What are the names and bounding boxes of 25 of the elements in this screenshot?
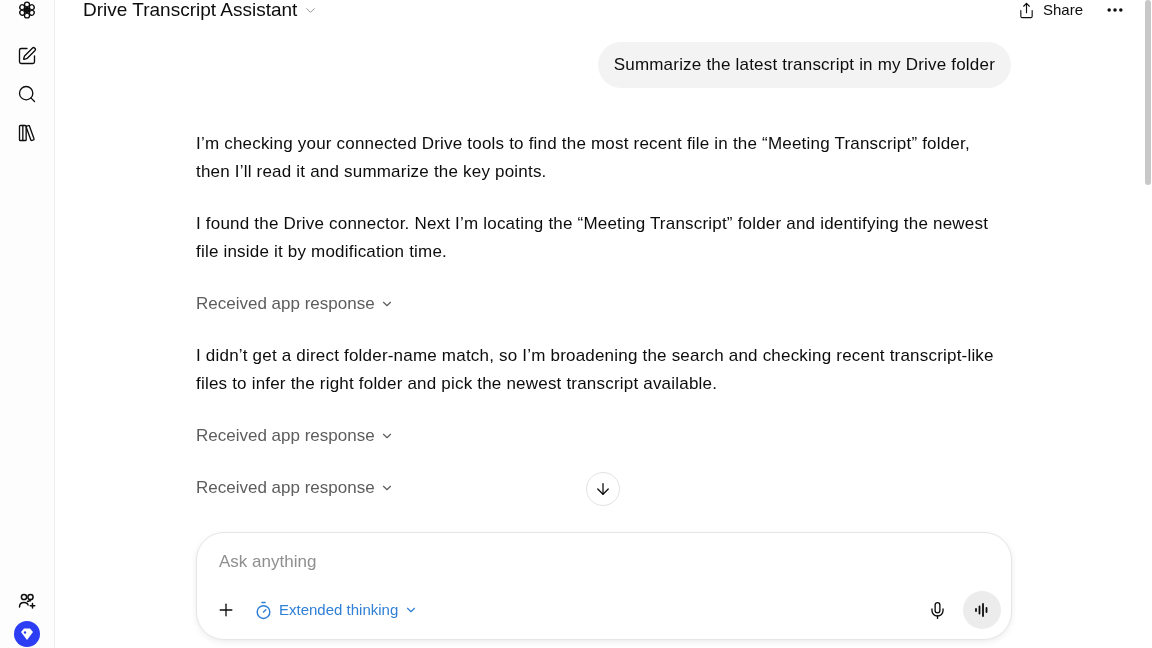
assistant-paragraph: I found the Drive connector. Next I’m locating the “Meeting Transcript” folder and identifying the newest file inside it by modification time. [196,213,990,263]
message-input[interactable]: Ask anything [219,548,989,576]
tool-response-toggle[interactable]: Received app response [196,474,394,502]
microphone-icon[interactable] [928,600,947,620]
assistant-paragraph: I didn’t get a direct folder-name match, so I’m broadening the search and checking recent transcript-like files to infer the right folder and pick the newest transcript available. [196,345,995,395]
assistant-paragraph: I’m checking your connected Drive tools to find the most recent file in the “Meeting Transcript” folder, then I’ll read it and summarize the key points. [196,133,971,183]
share-button[interactable]: Share [1017,0,1083,20]
logo-icon[interactable] [17,0,37,20]
scroll-down-button[interactable] [586,472,620,506]
people-add-icon[interactable] [18,593,36,609]
voice-wave-icon [974,603,990,617]
voice-mode-button[interactable] [963,591,1001,629]
scrollbar-thumb[interactable] [1144,0,1151,185]
tool-response-toggle[interactable]: Received app response [196,290,394,318]
mode-selector[interactable]: Extended thinking [250,594,423,626]
timer-icon [254,600,273,620]
search-icon[interactable] [17,84,37,104]
share-icon [1017,1,1035,19]
chat-title-dropdown[interactable]: Drive Transcript Assistant [83,0,319,20]
tool-response-toggle[interactable]: Received app response [196,422,394,450]
new-chat-icon[interactable] [17,46,37,66]
library-icon[interactable] [17,123,37,143]
user-message: Summarize the latest transcript in my Drive folder [597,42,1011,88]
arrow-down-icon [594,480,612,498]
gem-avatar-icon[interactable] [14,621,40,647]
